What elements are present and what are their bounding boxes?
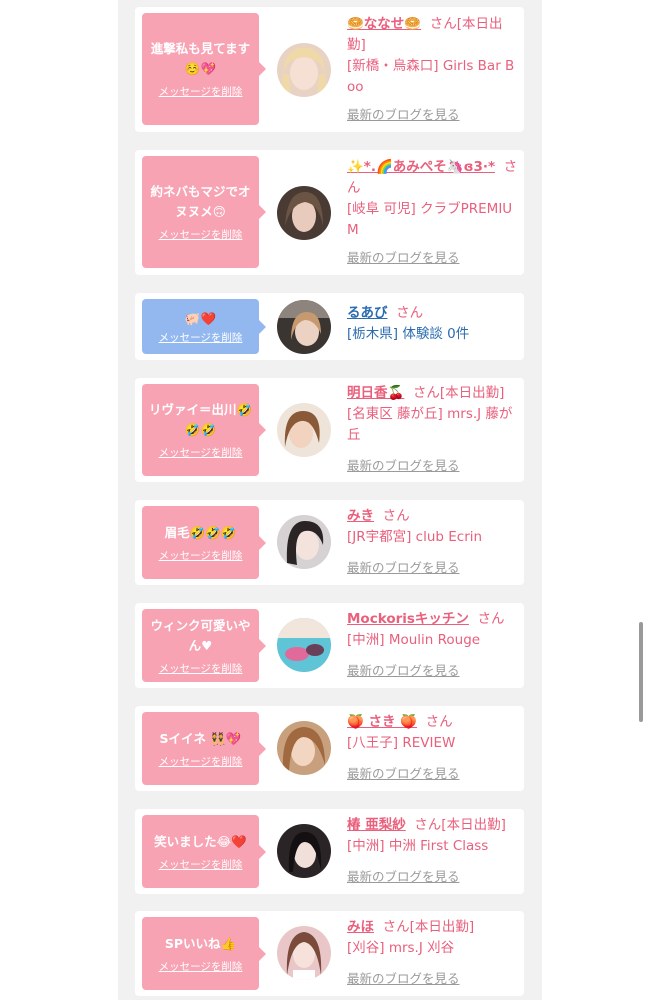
delete-message-link[interactable]: メッセージを削除 bbox=[159, 662, 243, 676]
sender-info: 椿 亜梨紗 さん[本日出勤] [中洲] 中洲 First Class bbox=[347, 815, 519, 857]
sender-info: るあび さん [栃木県] 体験談 0件 bbox=[347, 303, 519, 345]
message-bubble: 眉毛🤣🤣🤣 メッセージを削除 bbox=[142, 506, 266, 579]
sender-info: みき さん [JR宇都宮] club Ecrin bbox=[347, 506, 519, 548]
latest-blog-link[interactable]: 最新のブログを見る bbox=[347, 107, 460, 123]
message-bubble: SPいいね👍 メッセージを削除 bbox=[142, 917, 266, 990]
delete-message-link[interactable]: メッセージを削除 bbox=[159, 960, 243, 974]
message-text: 眉毛🤣🤣🤣 bbox=[164, 524, 237, 540]
message-text: リヴァイ＝出川🤣🤣🤣 bbox=[148, 402, 253, 437]
delete-message-link[interactable]: メッセージを削除 bbox=[159, 446, 243, 460]
message-text: Sイイネ 👯💖 bbox=[159, 730, 242, 746]
sender-info: 🥯ななせ🥯 さん[本日出勤] [新橋・烏森口] Girls Bar Boo bbox=[347, 14, 519, 98]
avatar[interactable] bbox=[277, 403, 331, 457]
avatar[interactable] bbox=[277, 618, 331, 672]
message-card: リヴァイ＝出川🤣🤣🤣 メッセージを削除 明日香🍒 さん[本日出勤] [名東区 藤… bbox=[135, 378, 524, 482]
sender-name-link[interactable]: みき bbox=[347, 508, 374, 524]
sender-suffix: さん[本日出勤] bbox=[412, 385, 505, 401]
avatar[interactable] bbox=[277, 824, 331, 878]
message-card: SPいいね👍 メッセージを削除 みほ さん[本日出勤] [刈谷] mrs.J 刈… bbox=[135, 911, 524, 996]
delete-message-link[interactable]: メッセージを削除 bbox=[159, 85, 243, 99]
sender-suffix: さん bbox=[382, 508, 410, 524]
delete-message-link[interactable]: メッセージを削除 bbox=[159, 549, 243, 563]
message-text: 🐖❤️ bbox=[184, 310, 217, 326]
shop-details: [八王子] REVIEW bbox=[347, 735, 456, 751]
sender-info: ✨*.🌈あみぺそ🦄ɞ3·* さん [岐阜 可児] クラブPREMIUM bbox=[347, 157, 519, 241]
message-card: 🐖❤️ メッセージを削除 るあび さん [栃木県] 体験談 0件 bbox=[135, 293, 524, 360]
message-list: 進撃私も見てます☺️💖 メッセージを削除 🥯ななせ🥯 さん[本日出勤] [新橋・… bbox=[118, 0, 542, 1000]
message-card: Sイイネ 👯💖 メッセージを削除 🍑 さき 🍑 さん [八王子] REVIEW … bbox=[135, 706, 524, 791]
message-card: ウィンク可愛いやん♥ メッセージを削除 Mockorisキッチン さん [中洲]… bbox=[135, 603, 524, 688]
latest-blog-link[interactable]: 最新のブログを見る bbox=[347, 250, 460, 266]
latest-blog-link[interactable]: 最新のブログを見る bbox=[347, 458, 460, 474]
shop-details: [刈谷] mrs.J 刈谷 bbox=[347, 940, 455, 956]
sender-name-link[interactable]: ✨*.🌈あみぺそ🦄ɞ3·* bbox=[347, 159, 495, 175]
sender-name-link[interactable]: 椿 亜梨紗 bbox=[347, 817, 406, 833]
shop-details: [栃木県] 体験談 0件 bbox=[347, 326, 470, 342]
message-text: 進撃私も見てます☺️💖 bbox=[150, 41, 251, 76]
message-card: 眉毛🤣🤣🤣 メッセージを削除 みき さん [JR宇都宮] club Ecrin … bbox=[135, 500, 524, 585]
message-bubble: 約ネバもマジでオヌヌメ🙃 メッセージを削除 bbox=[142, 156, 266, 268]
latest-blog-link[interactable]: 最新のブログを見る bbox=[347, 971, 460, 987]
message-text: 笑いました😂❤️ bbox=[154, 833, 247, 849]
avatar[interactable] bbox=[277, 186, 331, 240]
delete-message-link[interactable]: メッセージを削除 bbox=[159, 858, 243, 872]
delete-message-link[interactable]: メッセージを削除 bbox=[159, 331, 243, 345]
message-bubble: 🐖❤️ メッセージを削除 bbox=[142, 299, 266, 354]
sender-name-link[interactable]: みほ bbox=[347, 919, 374, 935]
avatar[interactable] bbox=[277, 43, 331, 97]
sender-name-link[interactable]: 🍑 さき 🍑 bbox=[347, 714, 417, 730]
shop-details: [新橋・烏森口] Girls Bar Boo bbox=[347, 58, 515, 95]
delete-message-link[interactable]: メッセージを削除 bbox=[159, 755, 243, 769]
sender-name-link[interactable]: 明日香🍒 bbox=[347, 385, 404, 401]
message-text: ウィンク可愛いやん♥ bbox=[150, 617, 251, 653]
sender-name-link[interactable]: るあび bbox=[347, 305, 388, 321]
shop-details: [岐阜 可児] クラブPREMIUM bbox=[347, 201, 513, 238]
sender-suffix: さん bbox=[477, 611, 505, 627]
sender-info: みほ さん[本日出勤] [刈谷] mrs.J 刈谷 bbox=[347, 917, 519, 959]
avatar[interactable] bbox=[277, 300, 331, 354]
sender-info: Mockorisキッチン さん [中洲] Moulin Rouge bbox=[347, 609, 519, 651]
sender-suffix: さん bbox=[396, 305, 424, 321]
message-card: 約ネバもマジでオヌヌメ🙃 メッセージを削除 ✨*.🌈あみぺそ🦄ɞ3·* さん [… bbox=[135, 150, 524, 275]
message-bubble: ウィンク可愛いやん♥ メッセージを削除 bbox=[142, 609, 266, 682]
sender-suffix: さん[本日出勤] bbox=[382, 919, 475, 935]
latest-blog-link[interactable]: 最新のブログを見る bbox=[347, 560, 460, 576]
shop-details: [中洲] 中洲 First Class bbox=[347, 838, 489, 854]
sender-suffix: さん[本日出勤] bbox=[414, 817, 506, 833]
sender-name-link[interactable]: 🥯ななせ🥯 bbox=[347, 16, 421, 32]
message-text: 約ネバもマジでオヌヌメ🙃 bbox=[150, 184, 251, 219]
message-bubble: Sイイネ 👯💖 メッセージを削除 bbox=[142, 712, 266, 785]
avatar[interactable] bbox=[277, 926, 331, 980]
message-bubble: 進撃私も見てます☺️💖 メッセージを削除 bbox=[142, 13, 266, 125]
sender-name-link[interactable]: Mockorisキッチン bbox=[347, 611, 469, 627]
shop-details: [JR宇都宮] club Ecrin bbox=[347, 529, 483, 545]
avatar[interactable] bbox=[277, 515, 331, 569]
latest-blog-link[interactable]: 最新のブログを見る bbox=[347, 766, 460, 782]
sender-info: 🍑 さき 🍑 さん [八王子] REVIEW bbox=[347, 712, 519, 754]
sender-info: 明日香🍒 さん[本日出勤] [名東区 藤が丘] mrs.J 藤が丘 bbox=[347, 383, 519, 446]
shop-details: [中洲] Moulin Rouge bbox=[347, 632, 481, 648]
sender-suffix: さん bbox=[425, 714, 453, 730]
message-bubble: 笑いました😂❤️ メッセージを削除 bbox=[142, 815, 266, 888]
message-card: 進撃私も見てます☺️💖 メッセージを削除 🥯ななせ🥯 さん[本日出勤] [新橋・… bbox=[135, 7, 524, 132]
scrollbar[interactable] bbox=[639, 622, 643, 722]
latest-blog-link[interactable]: 最新のブログを見る bbox=[347, 869, 460, 885]
latest-blog-link[interactable]: 最新のブログを見る bbox=[347, 663, 460, 679]
message-text: SPいいね👍 bbox=[164, 935, 237, 951]
message-card: 笑いました😂❤️ メッセージを削除 椿 亜梨紗 さん[本日出勤] [中洲] 中洲… bbox=[135, 809, 524, 894]
delete-message-link[interactable]: メッセージを削除 bbox=[159, 228, 243, 242]
message-bubble: リヴァイ＝出川🤣🤣🤣 メッセージを削除 bbox=[142, 384, 266, 476]
avatar[interactable] bbox=[277, 721, 331, 775]
shop-details: [名東区 藤が丘] mrs.J 藤が丘 bbox=[347, 406, 513, 443]
